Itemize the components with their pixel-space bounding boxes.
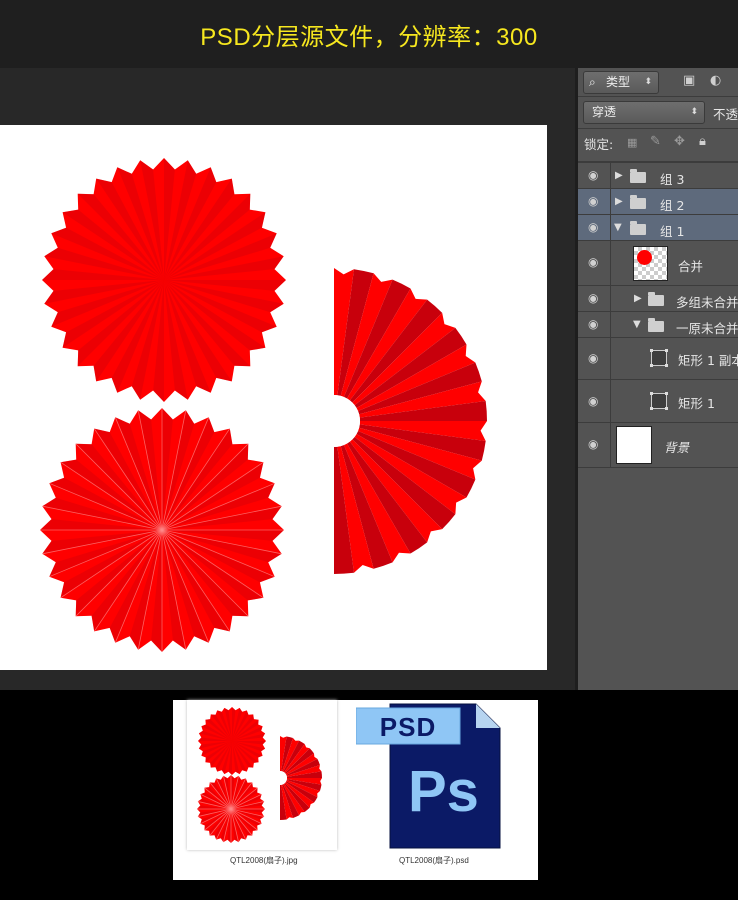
adjustment-filter-icon[interactable]: ◐	[710, 73, 721, 88]
layer-thumbnail	[633, 246, 668, 281]
filter-type-label: 类型	[606, 75, 631, 89]
eye-icon[interactable]: ◉	[588, 291, 598, 305]
eye-icon[interactable]: ◉	[588, 220, 598, 234]
jpg-file-name[interactable]: QTL2008(扇子).jpg	[230, 855, 298, 866]
eye-separator	[610, 163, 611, 188]
layer-row-group1[interactable]: ◉ ▼ 组 1	[578, 214, 738, 240]
layer-name: 合并	[678, 259, 704, 274]
layer-name: 一原未合并	[676, 321, 738, 336]
layer-row-original-group[interactable]: ◉ ▼ 一原未合并	[578, 311, 738, 337]
lock-paint-icon[interactable]: ✎	[650, 134, 661, 149]
paper-fans-artwork	[40, 158, 487, 652]
eye-separator	[610, 423, 611, 467]
expand-triangle-icon[interactable]: ▶	[634, 293, 642, 304]
eye-icon[interactable]: ◉	[588, 394, 598, 408]
image-filter-icon[interactable]: ▣	[683, 73, 695, 88]
updown-arrows-icon: ⬍	[690, 107, 698, 117]
layer-row-rect1-copy[interactable]: ◉ 矩形 1 副本	[578, 337, 738, 379]
eye-icon[interactable]: ◉	[588, 437, 598, 451]
banner-title: PSD分层源文件，分辨率：300	[200, 23, 538, 51]
collapse-triangle-icon[interactable]: ▼	[614, 222, 622, 233]
psd-badge-label: PSD	[379, 712, 437, 742]
blend-mode-dropdown[interactable]: 穿透 ⬍	[583, 101, 705, 124]
jpg-file-thumbnail[interactable]	[187, 700, 337, 850]
red-circle-thumbnail	[637, 250, 652, 265]
document-canvas[interactable]	[0, 125, 547, 670]
open-folder-icon	[648, 318, 664, 332]
eye-separator	[610, 189, 611, 214]
eye-icon[interactable]: ◉	[588, 194, 598, 208]
eye-icon[interactable]: ◉	[588, 317, 598, 331]
layer-row-group3[interactable]: ◉ ▶ 组 3	[578, 162, 738, 188]
eye-separator	[610, 312, 611, 337]
half-fan	[308, 268, 487, 574]
eye-icon[interactable]: ◉	[588, 351, 598, 365]
banner: PSD分层源文件，分辨率：300	[0, 0, 738, 68]
folder-icon	[648, 292, 664, 306]
mini-half-fan	[273, 736, 322, 820]
eye-icon[interactable]: ◉	[588, 255, 598, 269]
eye-separator	[610, 215, 611, 240]
eye-separator	[610, 241, 611, 285]
lock-all-icon[interactable]: 🔒︎	[699, 134, 706, 149]
toolbar-divider	[578, 96, 738, 97]
expand-triangle-icon[interactable]: ▶	[615, 196, 623, 207]
lock-transparent-icon[interactable]: ▦	[627, 136, 637, 149]
lock-position-icon[interactable]: ✥	[674, 134, 685, 149]
psd-file-icon[interactable]: PSD Ps	[355, 702, 506, 850]
folder-icon	[630, 169, 646, 183]
layer-row-rect1[interactable]: ◉ 矩形 1	[578, 379, 738, 422]
psd-file-name[interactable]: QTL2008(扇子).psd	[399, 855, 469, 866]
opacity-label: 不透	[713, 107, 738, 122]
lock-label: 锁定:	[584, 137, 614, 152]
layers-panel: ⌕ 类型 ⬍ ▣ ◐ 穿透 ⬍ 不透 锁定: ▦ ✎ ✥ 🔒︎ ◉ ▶ 组 3 …	[578, 68, 738, 690]
mini-round-fan-bottom	[197, 775, 265, 843]
layer-name: 组 3	[660, 172, 685, 187]
open-folder-icon	[630, 221, 646, 235]
ps-logo: Ps	[408, 759, 479, 824]
folder-icon	[630, 195, 646, 209]
expand-triangle-icon[interactable]: ▶	[615, 170, 623, 181]
blend-mode-value: 穿透	[592, 105, 617, 119]
layer-filter-dropdown[interactable]: ⌕ 类型 ⬍	[583, 71, 659, 94]
layer-row-group2[interactable]: ◉ ▶ 组 2	[578, 188, 738, 214]
background-thumbnail	[616, 426, 652, 464]
eye-separator	[610, 286, 611, 311]
layer-name: 矩形 1	[678, 396, 715, 411]
toolbar-divider	[578, 128, 738, 129]
layer-row-background[interactable]: ◉ 背景	[578, 422, 738, 468]
updown-arrows-icon: ⬍	[644, 77, 652, 87]
layer-row-merged[interactable]: ◉ 合并	[578, 240, 738, 285]
layer-name: 组 2	[660, 198, 685, 213]
layer-name: 背景	[664, 440, 690, 455]
round-fan-bottom	[40, 408, 284, 652]
mini-round-fan-top	[198, 707, 266, 775]
eye-icon[interactable]: ◉	[588, 168, 598, 182]
search-icon: ⌕	[589, 75, 596, 89]
collapse-triangle-icon[interactable]: ▼	[633, 319, 641, 330]
layer-name: 组 1	[660, 224, 685, 239]
image-thumbnail-icon	[197, 707, 322, 843]
eye-separator	[610, 380, 611, 422]
shape-layer-icon	[650, 392, 668, 410]
layer-name: 多组未合并	[676, 295, 738, 310]
shape-layer-icon	[650, 349, 668, 367]
round-fan-top	[42, 158, 286, 402]
eye-separator	[610, 338, 611, 379]
layer-name: 矩形 1 副本	[678, 353, 738, 368]
layer-row-multi-group[interactable]: ◉ ▶ 多组未合并	[578, 285, 738, 311]
